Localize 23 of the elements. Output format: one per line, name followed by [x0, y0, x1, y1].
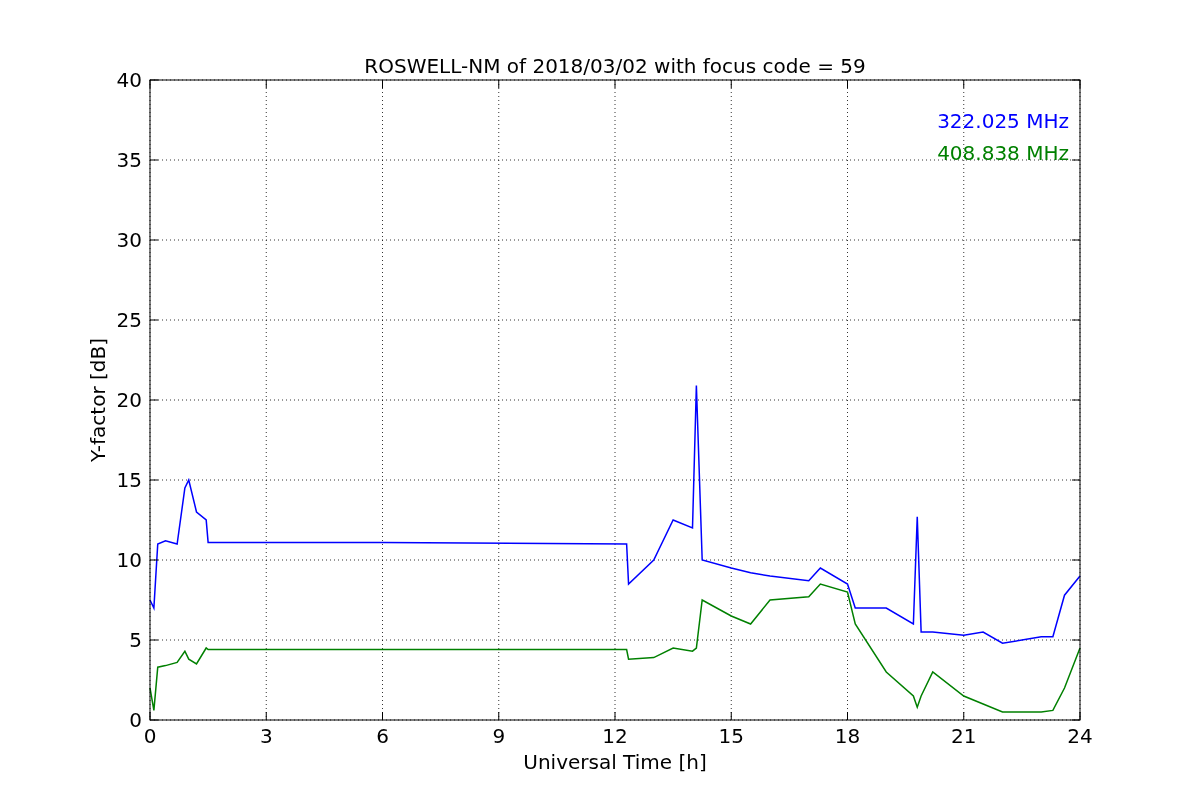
- x-tick-label: 9: [492, 724, 506, 748]
- x-tick-label: 15: [718, 724, 744, 748]
- x-tick-label: 24: [1067, 724, 1093, 748]
- y-tick-label: 30: [116, 228, 142, 252]
- x-tick-label: 18: [834, 724, 861, 748]
- y-axis-label: Y-factor [dB]: [86, 338, 110, 462]
- x-tick-label: 0: [143, 724, 157, 748]
- y-tick-label: 35: [116, 148, 142, 172]
- y-tick-label: 0: [129, 708, 142, 732]
- y-tick-label: 15: [116, 468, 142, 492]
- y-tick-label: 40: [116, 68, 142, 92]
- legend-label: 322.025 MHz: [937, 109, 1069, 133]
- x-tick-label: 6: [376, 724, 389, 748]
- y-tick-label: 5: [129, 628, 142, 652]
- x-tick-label: 12: [602, 724, 628, 748]
- y-tick-label: 20: [116, 388, 142, 412]
- legend-label: 408.838 MHz: [937, 141, 1069, 165]
- x-tick-label: 3: [259, 724, 273, 748]
- chart-title: ROSWELL-NM of 2018/03/02 with focus code = 59: [364, 54, 866, 78]
- x-tick-label: 21: [951, 724, 977, 748]
- x-axis-label: Universal Time [h]: [523, 750, 707, 774]
- y-tick-label: 10: [116, 548, 142, 572]
- y-tick-label: 25: [116, 308, 142, 332]
